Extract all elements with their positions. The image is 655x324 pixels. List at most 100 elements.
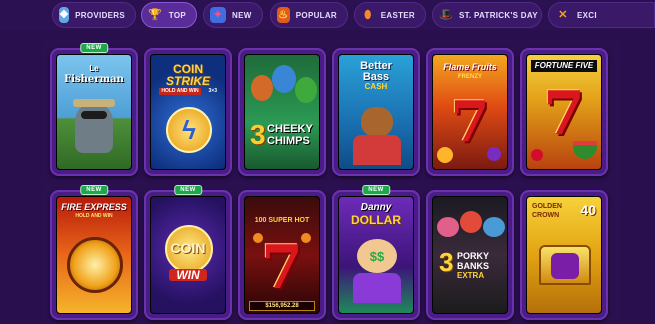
game-thumbnail: 100 SUPER HOT 7 $156,952.28	[244, 196, 320, 314]
game-tag: 40	[580, 202, 596, 218]
game-title-line3: CASH	[364, 82, 388, 91]
game-title-line2: WIN	[169, 269, 207, 281]
orange-fruit-icon	[253, 233, 263, 243]
lucky-seven-symbol: 7	[450, 89, 490, 155]
new-badge: NEW	[80, 43, 108, 53]
game-title-line2: Fisherman	[64, 74, 124, 85]
game-card-100-super-hot[interactable]: 100 SUPER HOT 7 $156,952.28	[238, 190, 326, 320]
red-piggy-icon	[460, 211, 482, 233]
lightning-coin-icon: ϟ	[166, 107, 212, 153]
nav-item-st-patricks-day[interactable]: 🎩 ST. PATRICK'S DAY	[432, 2, 542, 28]
nav-item-label: PROVIDERS	[75, 10, 125, 20]
game-title: Le	[89, 64, 99, 73]
chimp-green	[295, 77, 317, 103]
trophy-icon: 🏆	[148, 8, 163, 21]
new-badge: NEW	[174, 185, 202, 195]
leprechaun-hat-icon: 🎩	[439, 8, 453, 21]
easter-egg-icon: ⬮	[364, 8, 372, 21]
fisherman-hat	[73, 99, 115, 107]
grape-fruit-icon	[487, 147, 501, 161]
popular-icon: ♨	[277, 7, 290, 23]
watermelon-icon	[573, 141, 597, 159]
game-card-better-bass-cash[interactable]: Better Bass CASH	[332, 48, 420, 176]
game-card-danny-dollar[interactable]: NEW Danny DOLLAR $$	[332, 185, 420, 320]
game-thumbnail: Danny DOLLAR $$	[338, 196, 414, 314]
nav-item-label: NEW	[232, 10, 252, 20]
game-thumbnail: Better Bass CASH	[338, 54, 414, 170]
game-title-line2: CHEEKY	[267, 123, 313, 135]
game-card-le-fisherman[interactable]: NEW Le Fisherman	[50, 43, 138, 176]
hawaiian-shirt	[353, 135, 401, 165]
locomotive-front	[67, 237, 123, 293]
nav-item-providers[interactable]: ❖ PROVIDERS	[52, 2, 136, 28]
jackpot-amount: $156,952.28	[249, 301, 315, 311]
game-card-golden-crown-40[interactable]: GOLDEN CROWN 40	[520, 190, 608, 320]
cherry-icon	[531, 149, 543, 161]
game-title: 3	[250, 119, 266, 150]
game-title-line3: CHIMPS	[267, 135, 310, 147]
nav-item-label: EXCI	[577, 10, 597, 20]
nav-item-label: ST. PATRICK'S DAY	[459, 10, 538, 20]
game-card-3-cheeky-chimps[interactable]: 3 CHEEKY CHIMPS	[238, 48, 326, 176]
game-card-coin-win[interactable]: NEW COIN WIN	[144, 185, 232, 320]
category-nav: ❖ PROVIDERS 🏆 TOP ✦ NEW ♨ POPULAR ⬮ EAST…	[0, 0, 655, 30]
nav-item-new[interactable]: ✦ NEW	[203, 2, 263, 28]
game-thumbnail: GOLDEN CROWN 40	[526, 196, 602, 314]
nav-item-label: EASTER	[380, 10, 415, 20]
lucky-seven-symbol: 7	[261, 233, 303, 303]
game-title: COIN	[170, 240, 206, 256]
nav-item-top[interactable]: 🏆 TOP	[141, 2, 197, 28]
game-title: FIRE EXPRESS	[61, 202, 127, 212]
dollar-eyes-character: $$	[357, 239, 397, 273]
blue-piggy-icon	[483, 217, 505, 237]
providers-icon: ❖	[59, 7, 70, 23]
game-title-line4: EXTRA	[457, 271, 485, 280]
orange-fruit-icon	[301, 233, 311, 243]
chimp-orange	[251, 75, 273, 101]
game-title-line2: PORKY	[457, 251, 490, 261]
game-thumbnail: FORTUNE FIVE 7	[526, 54, 602, 170]
game-title: Danny	[360, 202, 392, 213]
game-thumbnail: COIN STRIKE HOLD AND WIN 3×3 ϟ	[150, 54, 226, 170]
game-title-line3: BANKS	[457, 261, 490, 271]
game-thumbnail: 3 CHEEKY CHIMPS	[244, 54, 320, 170]
exclusive-icon: ✕	[558, 8, 568, 21]
new-badge: NEW	[362, 185, 390, 195]
raccoon-mask	[81, 111, 107, 119]
game-title: FORTUNE FIVE	[531, 60, 597, 72]
game-thumbnail: 3 PORKY BANKS EXTRA	[432, 196, 508, 314]
game-title: Flame Fruits	[443, 62, 497, 72]
game-thumbnail: COIN WIN	[150, 196, 226, 314]
game-card-flame-fruits-frenzy[interactable]: Flame Fruits FRENZY 7	[426, 48, 514, 176]
game-card-3-porky-banks-extra[interactable]: 3 PORKY BANKS EXTRA	[426, 190, 514, 320]
game-title-line2: FRENZY	[458, 74, 482, 80]
nav-item-label: TOP	[168, 10, 186, 20]
game-tag: 3×3	[208, 88, 217, 94]
pink-piggy-icon	[437, 217, 459, 237]
new-icon: ✦	[210, 7, 226, 23]
purple-suit	[353, 273, 401, 303]
game-card-coin-strike[interactable]: COIN STRIKE HOLD AND WIN 3×3 ϟ	[144, 48, 232, 176]
game-title-line2: DOLLAR	[351, 213, 401, 227]
nav-item-popular[interactable]: ♨ POPULAR	[270, 2, 348, 28]
game-card-fire-express[interactable]: NEW FIRE EXPRESS HOLD AND WIN	[50, 185, 138, 320]
game-subtitle: HOLD AND WIN	[75, 213, 113, 219]
nav-item-exclusive[interactable]: ✕ EXCI	[548, 2, 655, 28]
game-subtitle: HOLD AND WIN	[159, 88, 201, 95]
nav-item-label: POPULAR	[295, 10, 337, 20]
game-thumbnail: Flame Fruits FRENZY 7	[432, 54, 508, 170]
game-thumbnail: Le Fisherman	[56, 54, 132, 170]
game-card-fortune-five[interactable]: FORTUNE FIVE 7	[520, 48, 608, 176]
game-thumbnail: FIRE EXPRESS HOLD AND WIN	[56, 196, 132, 314]
orange-fruit-icon	[437, 147, 453, 163]
lucky-seven-symbol: 7	[543, 79, 585, 149]
game-title: 100 SUPER HOT	[254, 217, 310, 224]
game-title-line2: STRIKE	[165, 74, 210, 88]
new-badge: NEW	[80, 185, 108, 195]
game-title: 3	[439, 247, 454, 277]
game-title: GOLDEN	[532, 203, 562, 210]
game-title-line2: CROWN	[532, 212, 560, 219]
nav-item-easter[interactable]: ⬮ EASTER	[354, 2, 426, 28]
chimp-blue	[272, 65, 296, 93]
fisherman-face	[361, 107, 393, 137]
